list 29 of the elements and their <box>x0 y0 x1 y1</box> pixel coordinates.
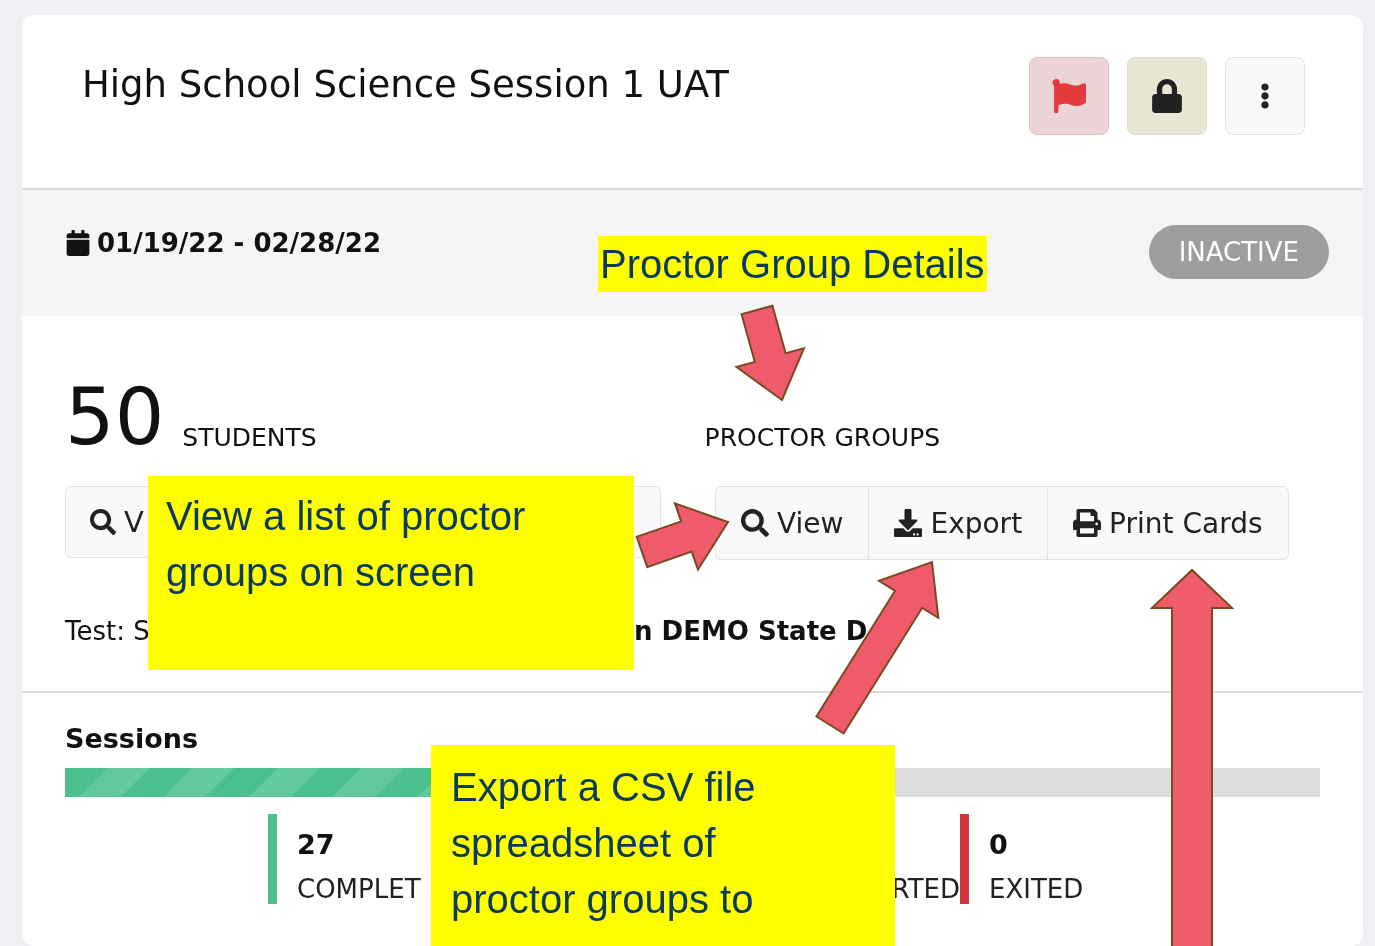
more-button[interactable] <box>1225 57 1305 135</box>
session-title: High School Science Session 1 UAT <box>82 63 730 106</box>
test-name: n DEMO State D <box>634 616 868 646</box>
stat-value: 27 <box>297 829 336 860</box>
print-button[interactable]: Print Cards <box>1047 487 1288 559</box>
proctor-groups-label: PROCTOR GROUPS <box>704 423 941 452</box>
status-badge: INACTIVE <box>1148 225 1329 279</box>
lock-icon <box>1150 79 1184 113</box>
stat-value: 0 <box>989 829 1009 860</box>
student-count: 50 <box>65 378 165 456</box>
stat-label: COMPLET <box>297 874 421 904</box>
stat-label: EXITED <box>989 874 1084 904</box>
download-icon <box>894 509 923 537</box>
callout-tooltip: View a list of proctor groups on screen <box>148 476 634 670</box>
calendar-icon <box>65 230 91 256</box>
flag-icon <box>1052 79 1086 113</box>
students-label: STUDENTS <box>182 423 317 452</box>
search-icon <box>741 509 769 537</box>
flag-button[interactable] <box>1029 57 1109 135</box>
test-label: Test: S <box>65 616 151 646</box>
annotation-heading: Proctor Group Details <box>598 236 987 292</box>
date-range: 01/19/22 - 02/28/22 <box>97 228 381 258</box>
sessions-title: Sessions <box>65 723 199 754</box>
callout-tooltip: Export a CSV file spreadsheet of proctor groups to <box>431 745 895 946</box>
lock-button[interactable] <box>1127 57 1207 135</box>
export-button[interactable]: Export <box>868 487 1048 559</box>
view-button[interactable]: View <box>716 487 869 559</box>
printer-icon <box>1073 509 1102 537</box>
search-icon <box>90 509 116 535</box>
